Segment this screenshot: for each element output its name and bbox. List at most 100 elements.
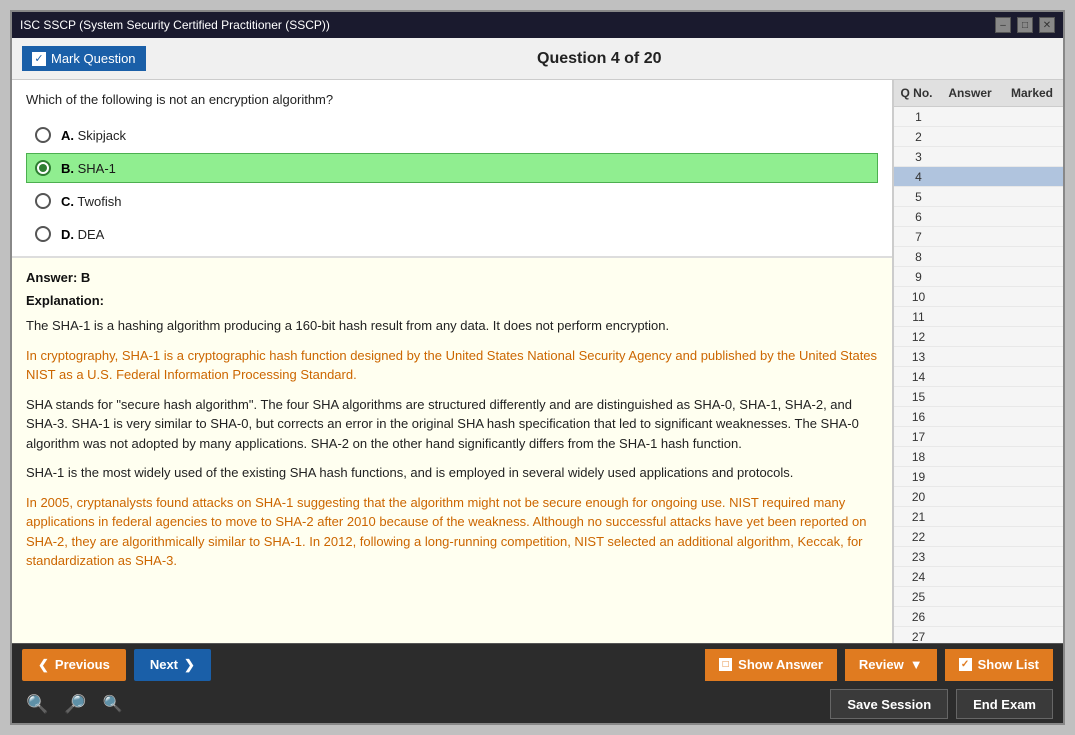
- sidebar-row-num: 25: [894, 590, 939, 604]
- answer-para-3: SHA stands for "secure hash algorithm". …: [26, 395, 878, 454]
- sidebar-row[interactable]: 20: [894, 487, 1063, 507]
- option-c-radio: [35, 193, 51, 209]
- sidebar-row[interactable]: 13: [894, 347, 1063, 367]
- sidebar-row-num: 19: [894, 470, 939, 484]
- sidebar-row-num: 12: [894, 330, 939, 344]
- sidebar-row[interactable]: 15: [894, 387, 1063, 407]
- sidebar-row-num: 18: [894, 450, 939, 464]
- sidebar-row[interactable]: 6: [894, 207, 1063, 227]
- bottom-bar: ❮ Previous Next ❯ □ Show Answer Review ▼…: [12, 643, 1063, 685]
- option-b-radio-inner: [39, 164, 47, 172]
- sidebar-row[interactable]: 9: [894, 267, 1063, 287]
- review-button[interactable]: Review ▼: [845, 649, 937, 681]
- option-b[interactable]: B. SHA-1: [26, 153, 878, 183]
- next-button[interactable]: Next ❯: [134, 649, 211, 681]
- sidebar-row-num: 22: [894, 530, 939, 544]
- zoom-out-button[interactable]: 🔍: [99, 692, 127, 716]
- sidebar-row[interactable]: 4: [894, 167, 1063, 187]
- sidebar-row-num: 14: [894, 370, 939, 384]
- prev-arrow-icon: ❮: [38, 657, 49, 673]
- sidebar-row[interactable]: 12: [894, 327, 1063, 347]
- sidebar-row-num: 5: [894, 190, 939, 204]
- option-c-label: C. Twofish: [61, 194, 121, 209]
- option-a-radio: [35, 127, 51, 143]
- save-session-button[interactable]: Save Session: [830, 689, 948, 719]
- sidebar-row-num: 13: [894, 350, 939, 364]
- show-list-button[interactable]: ✓ Show List: [945, 649, 1053, 681]
- sidebar-row-num: 16: [894, 410, 939, 424]
- zoom-in-button[interactable]: 🔍: [22, 692, 52, 717]
- toolbar: ✓ Mark Question Question 4 of 20: [12, 38, 1063, 80]
- zoom-reset-button[interactable]: 🔎: [60, 692, 90, 717]
- option-a-label: A. Skipjack: [61, 128, 126, 143]
- end-exam-button[interactable]: End Exam: [956, 689, 1053, 719]
- sidebar-row[interactable]: 16: [894, 407, 1063, 427]
- sidebar-row[interactable]: 19: [894, 467, 1063, 487]
- option-b-label: B. SHA-1: [61, 161, 116, 176]
- answer-line: Answer: B: [26, 270, 878, 285]
- sidebar-row[interactable]: 23: [894, 547, 1063, 567]
- sidebar-row-num: 8: [894, 250, 939, 264]
- show-list-label: Show List: [978, 657, 1039, 672]
- sidebar-row[interactable]: 18: [894, 447, 1063, 467]
- main-area: Which of the following is not an encrypt…: [12, 80, 1063, 643]
- show-list-checkbox-icon: ✓: [959, 658, 972, 671]
- mark-question-button[interactable]: ✓ Mark Question: [22, 46, 146, 71]
- app-window: ISC SSCP (System Security Certified Prac…: [10, 10, 1065, 725]
- sidebar-row[interactable]: 27: [894, 627, 1063, 643]
- sidebar-row[interactable]: 24: [894, 567, 1063, 587]
- sidebar-row-num: 17: [894, 430, 939, 444]
- sidebar-row[interactable]: 11: [894, 307, 1063, 327]
- sidebar-row[interactable]: 7: [894, 227, 1063, 247]
- previous-label: Previous: [55, 657, 110, 672]
- answer-panel: Answer: B Explanation: The SHA-1 is a ha…: [12, 256, 892, 643]
- option-c[interactable]: C. Twofish: [26, 186, 878, 216]
- answer-para-5: In 2005, cryptanalysts found attacks on …: [26, 493, 878, 571]
- sidebar-col-marked: Marked: [1001, 84, 1063, 102]
- sidebar-row[interactable]: 3: [894, 147, 1063, 167]
- mark-button-label: Mark Question: [51, 51, 136, 66]
- sidebar-row-num: 23: [894, 550, 939, 564]
- sidebar-list[interactable]: 1 2 3 4 5 6 7 8: [894, 107, 1063, 643]
- sidebar-row[interactable]: 17: [894, 427, 1063, 447]
- sidebar-row[interactable]: 10: [894, 287, 1063, 307]
- review-label: Review: [859, 657, 904, 672]
- sidebar-row[interactable]: 8: [894, 247, 1063, 267]
- show-answer-checkbox-icon: □: [719, 658, 732, 671]
- sidebar-row-num: 10: [894, 290, 939, 304]
- sidebar-row-num: 2: [894, 130, 939, 144]
- window-controls: – □ ✕: [995, 17, 1055, 33]
- options-area: A. Skipjack B. SHA-1 C. Twofish: [12, 113, 892, 256]
- sidebar-row-num: 11: [894, 310, 939, 324]
- previous-button[interactable]: ❮ Previous: [22, 649, 126, 681]
- option-a[interactable]: A. Skipjack: [26, 120, 878, 150]
- question-title: Question 4 of 20: [146, 50, 1053, 68]
- sidebar-row[interactable]: 2: [894, 127, 1063, 147]
- sidebar-row-num: 20: [894, 490, 939, 504]
- sidebar-row[interactable]: 1: [894, 107, 1063, 127]
- sidebar-row-num: 15: [894, 390, 939, 404]
- sidebar-row[interactable]: 25: [894, 587, 1063, 607]
- sidebar-row[interactable]: 22: [894, 527, 1063, 547]
- sidebar-row-num: 24: [894, 570, 939, 584]
- sidebar-row[interactable]: 21: [894, 507, 1063, 527]
- show-answer-button[interactable]: □ Show Answer: [705, 649, 837, 681]
- sidebar-row-num: 4: [894, 170, 939, 184]
- maximize-button[interactable]: □: [1017, 17, 1033, 33]
- show-answer-label: Show Answer: [738, 657, 823, 672]
- title-bar: ISC SSCP (System Security Certified Prac…: [12, 12, 1063, 38]
- window-title: ISC SSCP (System Security Certified Prac…: [20, 18, 330, 32]
- sidebar-row-num: 3: [894, 150, 939, 164]
- sidebar-col-qno: Q No.: [894, 84, 939, 102]
- mark-checkbox-icon: ✓: [32, 52, 46, 66]
- end-exam-label: End Exam: [973, 697, 1036, 712]
- sidebar-row[interactable]: 14: [894, 367, 1063, 387]
- sidebar-row[interactable]: 26: [894, 607, 1063, 627]
- sidebar-row[interactable]: 5: [894, 187, 1063, 207]
- option-d-label: D. DEA: [61, 227, 104, 242]
- close-button[interactable]: ✕: [1039, 17, 1055, 33]
- explanation-heading: Explanation:: [26, 293, 878, 308]
- next-label: Next: [150, 657, 178, 672]
- option-d[interactable]: D. DEA: [26, 219, 878, 249]
- minimize-button[interactable]: –: [995, 17, 1011, 33]
